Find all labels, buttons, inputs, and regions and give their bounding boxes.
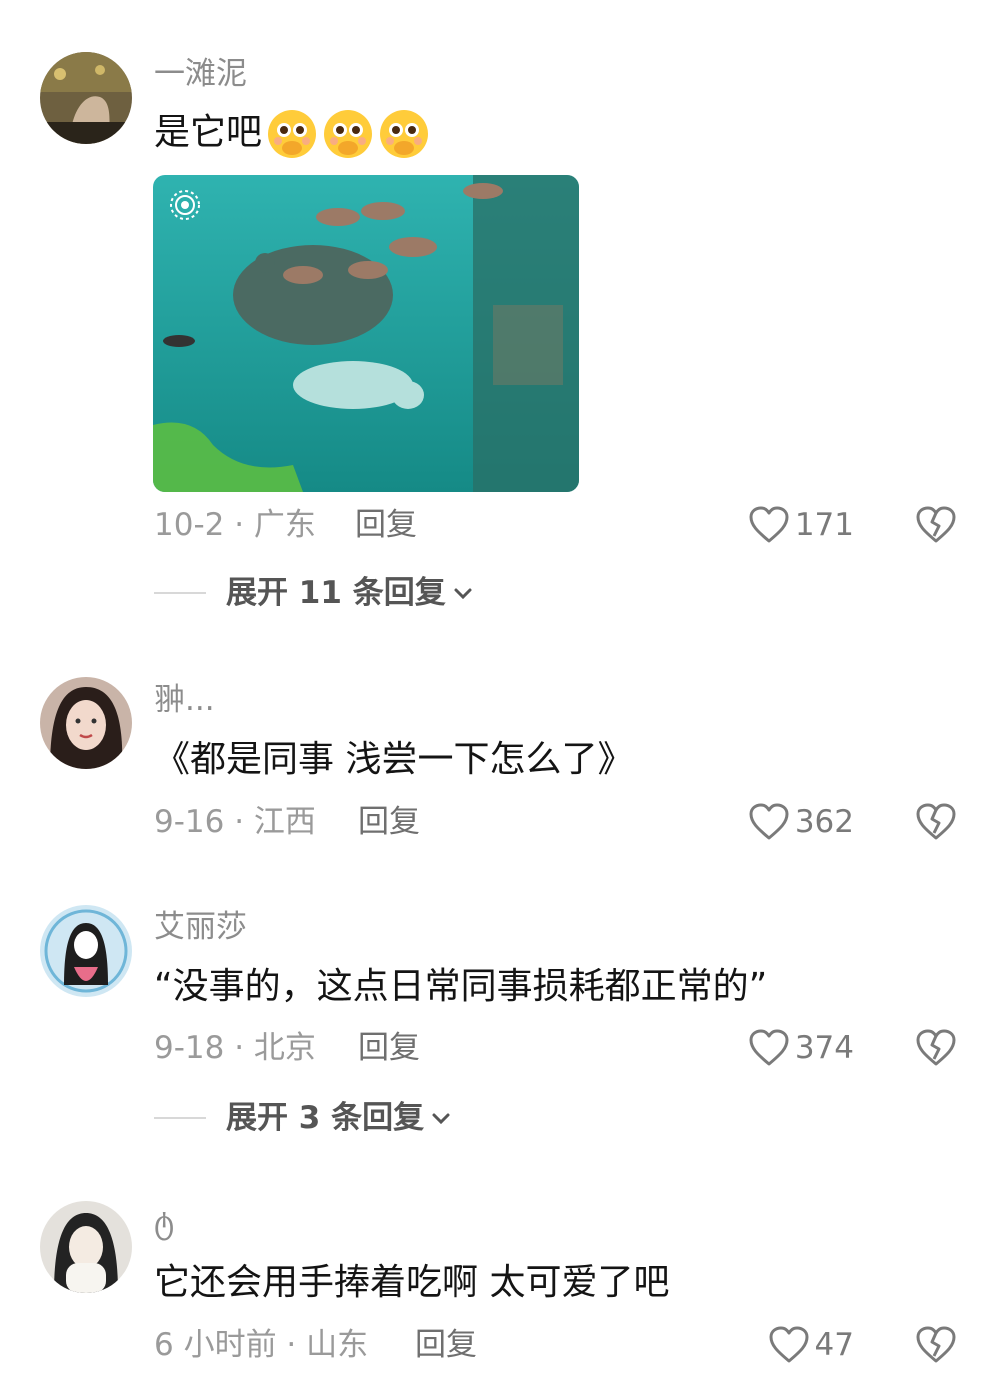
- avatar[interactable]: [40, 677, 132, 769]
- comment-text: 是它吧: [154, 108, 430, 160]
- like-count: 171: [794, 507, 854, 543]
- comment-text-content: 是它吧: [154, 112, 263, 153]
- expand-replies-label: 展开 3 条回复: [226, 1100, 425, 1136]
- like-button[interactable]: 171: [749, 505, 854, 545]
- comment-text: 《都是同事 浅尝一下怎么了》: [154, 739, 634, 780]
- heart-outline-icon: [769, 1326, 809, 1363]
- heart-outline-icon: [749, 1029, 789, 1066]
- broken-heart-icon: [916, 506, 956, 543]
- comment-image-aquarium[interactable]: [153, 175, 579, 492]
- broken-heart-icon: [916, 1029, 956, 1066]
- expand-replies-button[interactable]: 展开 11 条回复: [154, 573, 474, 613]
- username[interactable]: 艾丽莎: [154, 907, 247, 947]
- broken-heart-icon: [916, 1326, 956, 1363]
- dislike-button[interactable]: [916, 1325, 956, 1365]
- expand-replies-button[interactable]: 展开 3 条回复: [154, 1098, 452, 1138]
- comment-date-location: 9-18 · 北京: [154, 1030, 316, 1066]
- dislike-button[interactable]: [916, 802, 956, 842]
- like-count: 47: [814, 1327, 854, 1363]
- comment-date-location: 10-2 · 广东: [154, 507, 316, 543]
- reply-button[interactable]: 回复: [415, 1325, 477, 1365]
- broken-heart-icon: [916, 803, 956, 840]
- expand-replies-label: 展开 11 条回复: [226, 575, 446, 611]
- like-button[interactable]: 47: [769, 1325, 854, 1365]
- like-button[interactable]: 362: [749, 802, 854, 842]
- avatar[interactable]: [40, 905, 132, 997]
- comment-text: “没事的，这点日常同事损耗都正常的”: [154, 966, 768, 1007]
- dislike-button[interactable]: [916, 1028, 956, 1068]
- divider: [154, 1117, 206, 1119]
- heart-outline-icon: [749, 506, 789, 543]
- avatar[interactable]: [40, 52, 132, 144]
- pleading-hands-emoji-icon: [378, 108, 430, 160]
- heart-outline-icon: [749, 803, 789, 840]
- chevron-down-icon: [432, 1113, 450, 1125]
- chevron-down-icon: [454, 588, 472, 600]
- username[interactable]: 翀...: [154, 680, 215, 720]
- reply-button[interactable]: 回复: [355, 505, 417, 545]
- comment-text: 它还会用手捧着吃啊 太可爱了吧: [154, 1262, 670, 1303]
- comment-date-location: 6 小时前 · 山东: [154, 1327, 369, 1363]
- avatar[interactable]: [40, 1201, 132, 1293]
- divider: [154, 592, 206, 594]
- pleading-hands-emoji-icon: [322, 108, 374, 160]
- pleading-hands-emoji-icon: [266, 108, 318, 160]
- like-count: 362: [794, 804, 854, 840]
- username[interactable]: ტ: [154, 1203, 174, 1243]
- comment-date-location: 9-16 · 江西: [154, 804, 316, 840]
- reply-button[interactable]: 回复: [358, 802, 420, 842]
- username[interactable]: 一滩泥: [154, 54, 247, 94]
- like-count: 374: [794, 1030, 854, 1066]
- dislike-button[interactable]: [916, 505, 956, 545]
- like-button[interactable]: 374: [749, 1028, 854, 1068]
- reply-button[interactable]: 回复: [358, 1028, 420, 1068]
